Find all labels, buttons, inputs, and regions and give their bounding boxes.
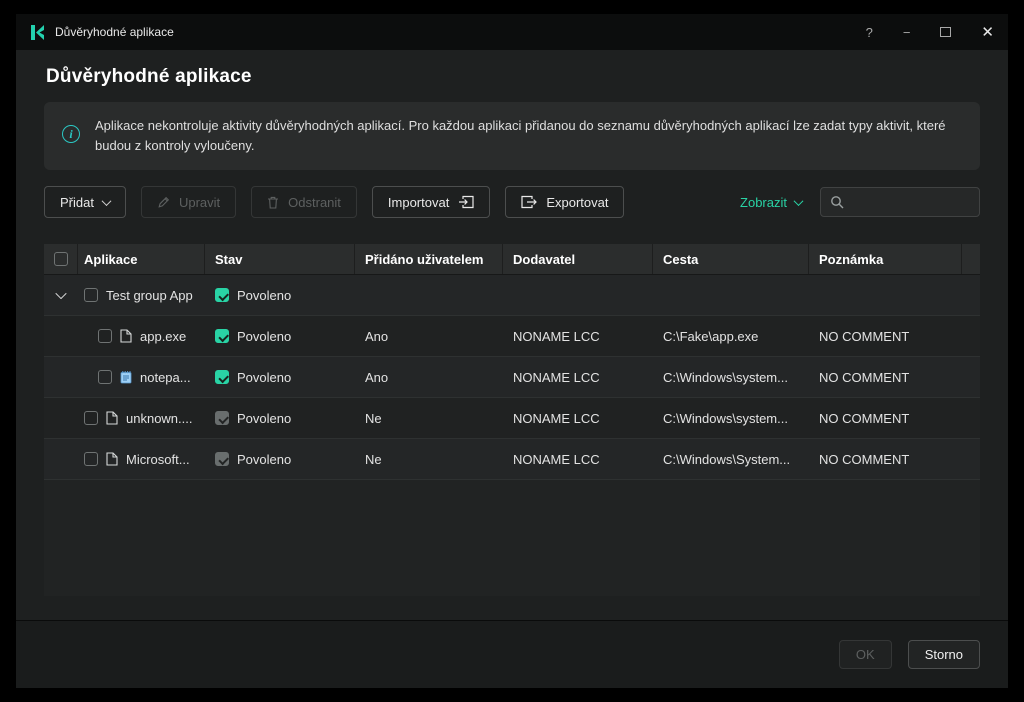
column-header-cesta[interactable]: Cesta bbox=[653, 244, 809, 274]
toolbar: Přidat Upravit Odstranit Importovat bbox=[44, 186, 980, 218]
vendor-cell: NONAME LCC bbox=[503, 452, 653, 467]
chevron-down-icon bbox=[794, 196, 804, 206]
info-icon: i bbox=[62, 125, 80, 143]
close-button[interactable]: ✕ bbox=[981, 25, 994, 40]
export-button[interactable]: Exportovat bbox=[505, 186, 624, 218]
table-empty-area bbox=[44, 480, 980, 596]
vendor-cell: NONAME LCC bbox=[503, 411, 653, 426]
app-window: Důvěryhodné aplikace ? − ✕ Důvěryhodné a… bbox=[16, 14, 1008, 688]
help-button[interactable]: ? bbox=[866, 26, 873, 39]
delete-button-label: Odstranit bbox=[288, 195, 341, 210]
export-button-label: Exportovat bbox=[546, 195, 608, 210]
status-checkbox[interactable] bbox=[215, 288, 229, 302]
status-checkbox[interactable] bbox=[215, 329, 229, 343]
table-row[interactable]: app.exe Povoleno Ano NONAME LCC C:\Fake\… bbox=[44, 316, 980, 357]
column-header-pridano[interactable]: Přidáno uživatelem bbox=[355, 244, 503, 274]
path-cell: C:\Fake\app.exe bbox=[653, 329, 809, 344]
select-all-checkbox[interactable] bbox=[54, 252, 68, 266]
delete-button: Odstranit bbox=[251, 186, 357, 218]
search-input[interactable] bbox=[851, 195, 970, 210]
added-cell: Ne bbox=[355, 452, 503, 467]
table-row[interactable]: notepa... Povoleno Ano NONAME LCC C:\Win… bbox=[44, 357, 980, 398]
row-checkbox[interactable] bbox=[84, 452, 98, 466]
status-label: Povoleno bbox=[237, 370, 291, 385]
footer-bar: OK Storno bbox=[16, 620, 1008, 688]
column-header-stav[interactable]: Stav bbox=[205, 244, 355, 274]
row-checkbox[interactable] bbox=[84, 288, 98, 302]
status-label: Povoleno bbox=[237, 288, 291, 303]
info-banner-text: Aplikace nekontroluje aktivity důvěryhod… bbox=[95, 116, 955, 156]
search-icon bbox=[830, 195, 844, 209]
row-name: notepa... bbox=[140, 370, 191, 385]
row-name: Microsoft... bbox=[126, 452, 190, 467]
added-cell: Ano bbox=[355, 370, 503, 385]
row-name: app.exe bbox=[140, 329, 186, 344]
add-button-label: Přidat bbox=[60, 195, 94, 210]
vendor-cell: NONAME LCC bbox=[503, 370, 653, 385]
comment-cell: NO COMMENT bbox=[809, 452, 962, 467]
path-cell: C:\Windows\System... bbox=[653, 452, 809, 467]
status-label: Povoleno bbox=[237, 411, 291, 426]
chevron-down-icon bbox=[102, 196, 112, 206]
import-button[interactable]: Importovat bbox=[372, 186, 490, 218]
row-checkbox[interactable] bbox=[84, 411, 98, 425]
comment-cell: NO COMMENT bbox=[809, 370, 962, 385]
status-label: Povoleno bbox=[237, 452, 291, 467]
row-name: unknown.... bbox=[126, 411, 193, 426]
window-title: Důvěryhodné aplikace bbox=[55, 25, 174, 39]
added-cell: Ano bbox=[355, 329, 503, 344]
row-name: Test group App bbox=[106, 288, 193, 303]
status-checkbox[interactable] bbox=[215, 370, 229, 384]
comment-cell: NO COMMENT bbox=[809, 411, 962, 426]
notepad-icon bbox=[120, 370, 132, 384]
cancel-button[interactable]: Storno bbox=[908, 640, 980, 669]
ok-button: OK bbox=[839, 640, 892, 669]
trash-icon bbox=[267, 196, 279, 209]
page-title: Důvěryhodné aplikace bbox=[46, 66, 980, 88]
column-header-spacer bbox=[962, 244, 980, 274]
comment-cell: NO COMMENT bbox=[809, 329, 962, 344]
row-checkbox[interactable] bbox=[98, 329, 112, 343]
expand-chevron-down-icon[interactable] bbox=[55, 291, 66, 299]
vendor-cell: NONAME LCC bbox=[503, 329, 653, 344]
search-box[interactable] bbox=[820, 187, 980, 217]
info-banner: i Aplikace nekontroluje aktivity důvěryh… bbox=[44, 102, 980, 170]
status-label: Povoleno bbox=[237, 329, 291, 344]
status-checkbox-disabled bbox=[215, 452, 229, 466]
file-icon bbox=[106, 411, 118, 425]
view-link-label: Zobrazit bbox=[740, 195, 787, 210]
column-header-dodavatel[interactable]: Dodavatel bbox=[503, 244, 653, 274]
add-button[interactable]: Přidat bbox=[44, 186, 126, 218]
titlebar: Důvěryhodné aplikace ? − ✕ bbox=[16, 14, 1008, 50]
export-icon bbox=[521, 195, 537, 209]
pencil-icon bbox=[157, 196, 170, 209]
added-cell: Ne bbox=[355, 411, 503, 426]
status-checkbox-disabled bbox=[215, 411, 229, 425]
table-row[interactable]: unknown.... Povoleno Ne NONAME LCC C:\Wi… bbox=[44, 398, 980, 439]
path-cell: C:\Windows\system... bbox=[653, 411, 809, 426]
table-row[interactable]: Microsoft... Povoleno Ne NONAME LCC C:\W… bbox=[44, 439, 980, 480]
import-button-label: Importovat bbox=[388, 195, 449, 210]
file-icon bbox=[120, 329, 132, 343]
column-header-aplikace[interactable]: Aplikace bbox=[78, 244, 205, 274]
table-header: Aplikace Stav Přidáno uživatelem Dodavat… bbox=[44, 244, 980, 275]
import-icon bbox=[458, 195, 474, 209]
minimize-button[interactable]: − bbox=[903, 26, 911, 39]
edit-button-label: Upravit bbox=[179, 195, 220, 210]
view-link[interactable]: Zobrazit bbox=[740, 195, 802, 210]
kaspersky-logo-icon bbox=[30, 24, 46, 40]
maximize-button[interactable] bbox=[940, 27, 951, 37]
main-content: Důvěryhodné aplikace i Aplikace nekontro… bbox=[16, 50, 1008, 620]
column-header-poznamka[interactable]: Poznámka bbox=[809, 244, 962, 274]
table-row-group[interactable]: Test group App Povoleno bbox=[44, 275, 980, 316]
file-icon bbox=[106, 452, 118, 466]
applications-table: Aplikace Stav Přidáno uživatelem Dodavat… bbox=[44, 244, 980, 596]
edit-button: Upravit bbox=[141, 186, 236, 218]
path-cell: C:\Windows\system... bbox=[653, 370, 809, 385]
row-checkbox[interactable] bbox=[98, 370, 112, 384]
